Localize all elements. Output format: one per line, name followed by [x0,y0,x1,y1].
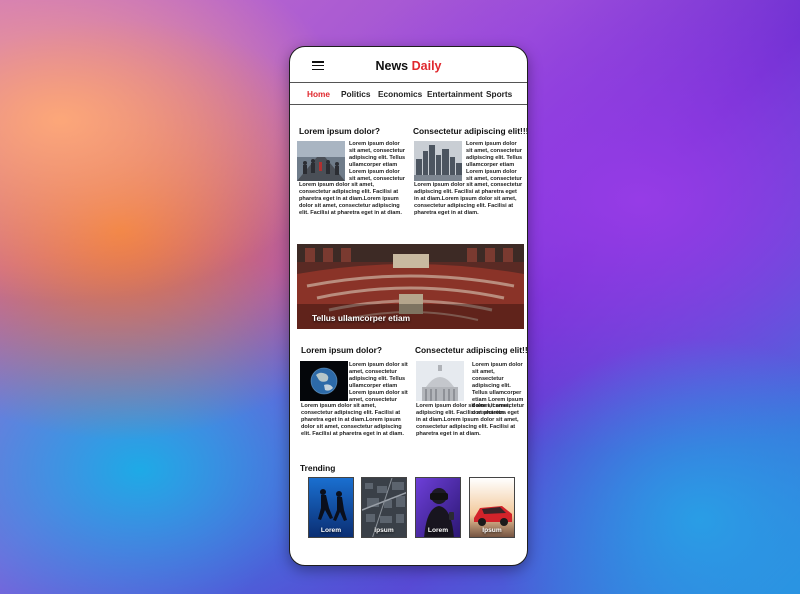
nav-tab-economics[interactable]: Economics [378,89,422,99]
trending-label: Ipsum [482,527,502,534]
trending-card[interactable]: ipsum [361,477,407,538]
nav-tab-sports[interactable]: Sports [486,89,512,99]
trending-label: Lorem [427,527,449,534]
article-headline[interactable]: Consectetur adipiscing elit!!! [415,345,527,355]
app-brand: News Daily [290,59,527,73]
category-nav: Home Politics Economics Entertainment Sp… [290,83,527,105]
article-headline[interactable]: Lorem ipsum dolor? [299,126,380,136]
article-body: Lorem ipsum dolor sit amet, consectetur … [416,362,525,437]
trending-label: ipsum [374,527,394,534]
trending-card[interactable]: Ipsum [469,477,515,538]
brand-main: News [375,59,409,73]
trending-card[interactable]: Lorem [415,477,461,538]
app-bar: News Daily [290,47,527,83]
article-headline[interactable]: Lorem ipsum dolor? [301,345,382,355]
phone-frame: News Daily Home Politics Economics Enter… [289,46,528,566]
banner-caption: Tellus ullamcorper etiam [312,313,411,323]
featured-banner[interactable]: Tellus ullamcorper etiam [297,244,524,329]
nav-tab-politics[interactable]: Politics [341,89,371,99]
article-body: Lorem ipsum dolor sit amet, consectetur … [301,362,408,437]
article-body: Lorem ipsum dolor sit amet, consectetur … [414,141,523,216]
article-headline[interactable]: Consectetur adipiscing elit!!! [413,126,527,136]
trending-title: Trending [300,463,336,473]
article-body: Lorem ipsum dolor sit amet, consectetur … [299,141,406,216]
nav-tab-home[interactable]: Home [307,89,330,99]
trending-card[interactable]: Lorem [308,477,354,538]
nav-tab-entertainment[interactable]: Entertainment [427,89,483,99]
trending-label: Lorem [320,527,342,534]
brand-accent: Daily [411,59,442,73]
